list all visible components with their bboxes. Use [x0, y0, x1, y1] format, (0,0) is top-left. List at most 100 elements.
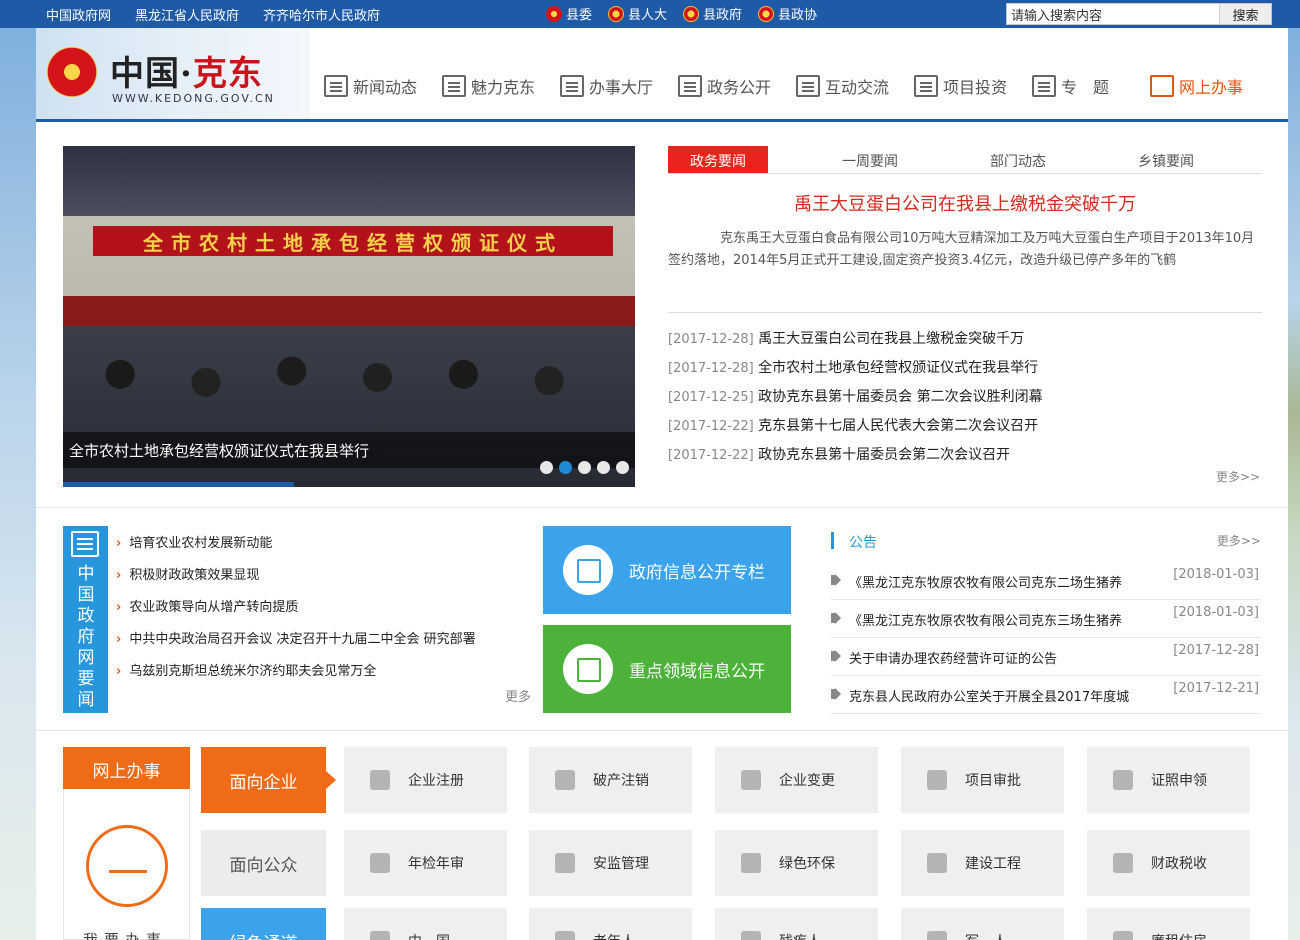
service-safety-supervision[interactable]: 安监管理	[529, 830, 692, 896]
person-icon	[370, 931, 390, 940]
gov-news-item[interactable]: 农业政策导向从增产转向提质	[116, 596, 516, 628]
house-icon	[1113, 931, 1133, 940]
org-label: 县政府	[703, 8, 743, 23]
org-link-county-government[interactable]: 县政府	[683, 4, 742, 23]
gov-news-item[interactable]: 中共中央政治局召开会议 决定召开十九届二中全会 研究部署	[116, 628, 516, 660]
card-label: 重点领域信息公开	[629, 661, 765, 682]
org-link-peoples-congress[interactable]: 县人大	[608, 4, 667, 23]
newspaper-icon	[71, 531, 99, 557]
service-green-environment[interactable]: 绿色环保	[715, 830, 878, 896]
service-military[interactable]: 军 人	[901, 908, 1064, 940]
online-service-caption: 我要办事	[83, 931, 168, 940]
org-label: 县委	[566, 8, 593, 23]
nav-news[interactable]: 新闻动态	[324, 74, 442, 98]
nav-topics[interactable]: 专 题	[1032, 74, 1150, 98]
service-finance-tax[interactable]: 财政税收	[1087, 830, 1250, 896]
nav-online-service[interactable]: 网上办事	[1150, 74, 1268, 98]
org-links: 县委 县人大 县政府 县政协	[546, 4, 817, 23]
service-project-approval[interactable]: 项目审批	[901, 747, 1064, 813]
carousel-dot-4[interactable]	[597, 461, 610, 474]
notice-item[interactable]: 《黑龙江克东牧原农牧有限公司克东三场生猪养 [2018-01-03]	[831, 600, 1261, 638]
tab-for-enterprise[interactable]: 面向企业	[201, 747, 336, 813]
notice-item[interactable]: 克东县人民政府办公室关于开展全县2017年度城 [2017-12-21]	[831, 676, 1261, 714]
news-more-link[interactable]: 更多>>	[1216, 468, 1260, 485]
www-icon	[560, 75, 584, 97]
org-label: 县人大	[628, 8, 668, 23]
notice-header: 公告 更多>>	[831, 530, 1261, 552]
service-license-application[interactable]: 证照申领	[1087, 747, 1250, 813]
org-link-county-committee[interactable]: 县委	[546, 4, 592, 23]
service-annual-inspection[interactable]: 年检年审	[344, 830, 507, 896]
carousel-dot-2[interactable]	[559, 461, 572, 474]
site-header: 中国·克东 WWW.KEDONG.GOV.CN 新闻动态 魅力克东 办事大厅 政…	[36, 28, 1288, 122]
tab-for-public[interactable]: 面向公众	[201, 830, 326, 896]
tab-dept-news[interactable]: 部门动态	[944, 146, 1092, 173]
service-disabled[interactable]: 残疾人	[715, 908, 878, 940]
tab-green-channel[interactable]: 绿色通道	[201, 908, 326, 940]
service-bankruptcy-cancel[interactable]: 破产注销	[529, 747, 692, 813]
accent-bar	[831, 532, 834, 549]
notice-item[interactable]: 《黑龙江克东牧原农牧有限公司克东二场生猪养 [2018-01-03]	[831, 562, 1261, 600]
news-list-item[interactable]: [2017-12-25] 政协克东县第十届委员会 第二次会议胜利闭幕	[668, 386, 1262, 415]
site-logo[interactable]: 中国·克东 WWW.KEDONG.GOV.CN	[36, 28, 310, 119]
news-headline[interactable]: 禹王大豆蛋白公司在我县上缴税金突破千万	[668, 190, 1262, 216]
news-list-item[interactable]: [2017-12-22] 克东县第十七届人民代表大会第二次会议召开	[668, 415, 1262, 444]
divider	[668, 312, 1262, 313]
photo-ceiling	[63, 146, 635, 216]
nav-service-hall[interactable]: 办事大厅	[560, 74, 678, 98]
link-china-gov[interactable]: 中国政府网	[46, 5, 111, 24]
elderly-icon	[555, 931, 575, 940]
news-list-item[interactable]: [2017-12-22] 政协克东县第十届委员会第二次会议召开	[668, 444, 1262, 473]
photo-carousel[interactable]: 全市农村土地承包经营权颁证仪式 全市农村土地承包经营权颁证仪式在我县举行	[63, 146, 635, 487]
key-area-disclosure-card[interactable]: 重点领域信息公开	[543, 625, 791, 713]
carousel-dot-5[interactable]	[616, 461, 629, 474]
link-qiqihar-gov[interactable]: 齐齐哈尔市人民政府	[263, 5, 380, 24]
link-heilongjiang-gov[interactable]: 黑龙江省人民政府	[135, 5, 239, 24]
gov-news-more-link[interactable]: 更多	[505, 686, 531, 705]
news-list-item[interactable]: [2017-12-28] 全市农村土地承包经营权颁证仪式在我县举行	[668, 357, 1262, 386]
shield-icon	[555, 853, 575, 873]
national-emblem-icon	[608, 5, 625, 22]
phone-icon	[914, 75, 938, 97]
main-nav: 新闻动态 魅力克东 办事大厅 政务公开 互动交流 项目投资 专 题 网上办事	[324, 74, 1268, 98]
list-icon	[370, 770, 390, 790]
org-label: 县政协	[778, 8, 818, 23]
nav-interaction[interactable]: 互动交流	[796, 74, 914, 98]
gov-news-item[interactable]: 乌兹别克斯坦总统米尔济约耶夫会见常万全	[116, 660, 516, 692]
office-worker-icon	[86, 825, 168, 907]
service-company-change[interactable]: 企业变更	[715, 747, 878, 813]
gov-news-label-box[interactable]: 中国政府网要闻	[63, 526, 108, 713]
newspaper-icon	[324, 75, 348, 97]
notice-more-link[interactable]: 更多>>	[1217, 532, 1261, 549]
online-service-title: 网上办事	[63, 747, 190, 789]
service-elderly[interactable]: 老年人	[529, 908, 692, 940]
form-icon	[927, 770, 947, 790]
online-service-body[interactable]	[63, 789, 190, 940]
service-low-rent-housing[interactable]: 廉租住房	[1087, 908, 1250, 940]
service-china[interactable]: 中 国	[344, 908, 507, 940]
notice-item[interactable]: 关于申请办理农药经营许可证的公告 [2017-12-28]	[831, 638, 1261, 676]
org-link-cppcc[interactable]: 县政协	[758, 4, 817, 23]
nav-gov-affairs[interactable]: 政务公开	[678, 74, 796, 98]
carousel-dot-3[interactable]	[578, 461, 591, 474]
search-input[interactable]	[1007, 4, 1219, 24]
service-construction[interactable]: 建设工程	[901, 830, 1064, 896]
gov-news-item[interactable]: 积极财政政策效果显现	[116, 564, 516, 596]
carousel-progress-bar	[63, 482, 294, 487]
tab-gov-news[interactable]: 政务要闻	[668, 146, 768, 173]
search-button[interactable]: 搜索	[1219, 4, 1271, 24]
nav-investment[interactable]: 项目投资	[914, 74, 1032, 98]
tab-weekly-news[interactable]: 一周要闻	[796, 146, 944, 173]
tab-town-news[interactable]: 乡镇要闻	[1092, 146, 1240, 173]
close-box-icon	[555, 770, 575, 790]
carousel-dot-1[interactable]	[540, 461, 553, 474]
monitor-icon	[1150, 75, 1174, 97]
gov-news-item[interactable]: 培育农业农村发展新动能	[116, 532, 516, 564]
worker-icon	[927, 853, 947, 873]
nav-charm-kedong[interactable]: 魅力克东	[442, 74, 560, 98]
news-list-item[interactable]: [2017-12-28] 禹王大豆蛋白公司在我县上缴税金突破千万	[668, 328, 1262, 357]
logo-url: WWW.KEDONG.GOV.CN	[112, 92, 275, 105]
service-company-registration[interactable]: 企业注册	[344, 747, 507, 813]
gov-info-disclosure-card[interactable]: 政府信息公开专栏	[543, 526, 791, 614]
party-emblem-icon	[546, 5, 562, 22]
